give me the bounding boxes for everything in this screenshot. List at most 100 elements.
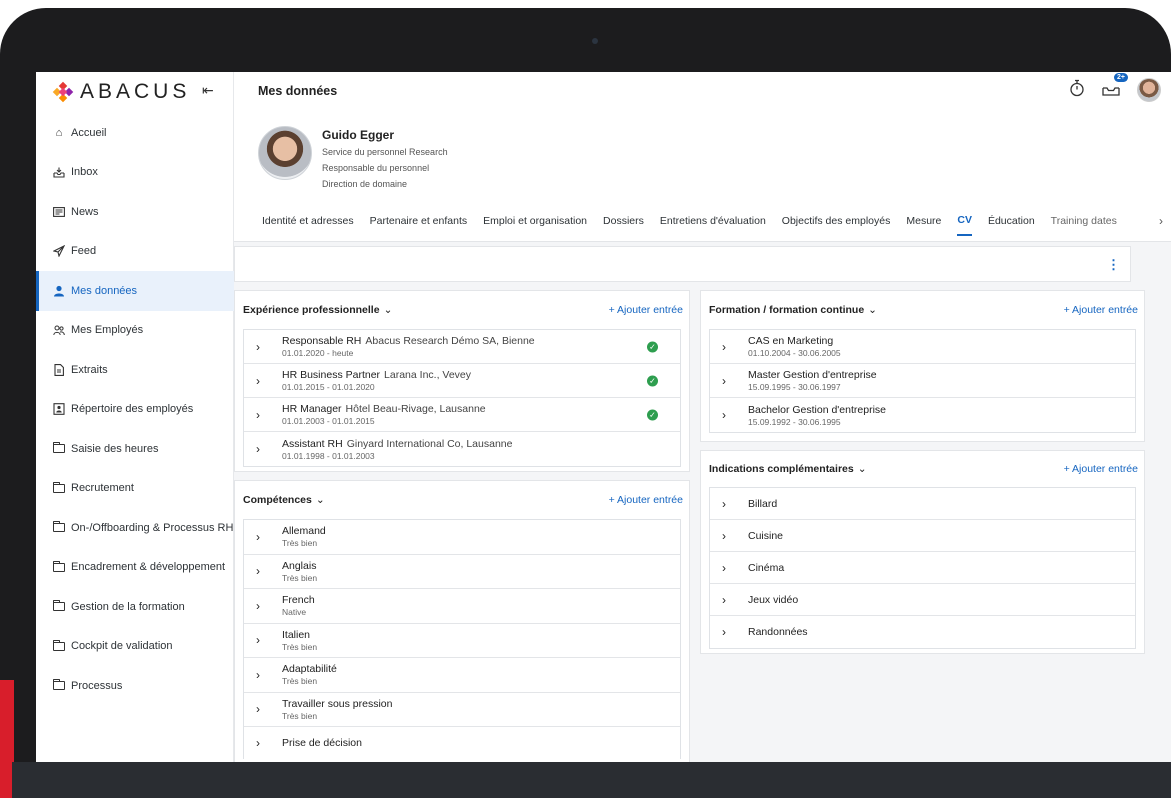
chevron-right-icon: › [256,633,260,648]
sidebar-item-recrutement[interactable]: Recrutement [36,469,234,509]
list-item[interactable]: › Jeux vidéo [710,584,1135,616]
sidebar-item-label: On-/Offboarding & Processus RH [71,521,234,534]
chevron-right-icon: › [256,529,260,544]
chevron-right-icon: › [256,736,260,750]
chevron-right-icon: › [256,373,260,388]
sidebar-item-onboarding[interactable]: On-/Offboarding & Processus RH [36,508,234,548]
profile-avatar [258,126,312,180]
list-item[interactable]: › HR Business Partner Larana Inc., Vevey … [244,364,680,398]
people-icon [53,324,65,336]
folder-icon [52,481,65,494]
document-icon [53,363,65,376]
logo-text: ABACUS [80,80,191,103]
list-item[interactable]: › Italien Très bien [244,624,680,658]
experience-list: › Responsable RH Abacus Research Démo SA,… [243,329,681,467]
logo[interactable]: ABACUS [52,80,191,104]
collapse-left-icon[interactable]: ⇤ [202,82,214,99]
tab-cv[interactable]: CV [957,206,972,236]
tab-mesure[interactable]: Mesure [906,206,941,236]
list-item[interactable]: › Billard [710,488,1135,520]
list-item[interactable]: › Prise de décision [244,727,680,759]
tab-entretiens[interactable]: Entretiens d'évaluation [660,206,766,236]
skills-title[interactable]: Compétences ⌄ [243,494,325,506]
sidebar-item-feed[interactable]: Feed [36,232,234,272]
sidebar-item-cockpit[interactable]: Cockpit de validation [36,627,234,667]
list-item[interactable]: › French Native [244,589,680,624]
add-experience-button[interactable]: + Ajouter entrée [609,304,683,316]
add-additional-button[interactable]: + Ajouter entrée [1064,463,1138,475]
chevron-right-icon: › [256,564,260,579]
card-header: Expérience professionnelle ⌄ + Ajouter en… [235,291,689,329]
additional-info-title[interactable]: Indications complémentaires ⌄ [709,463,867,475]
sidebar-item-mes-donnees[interactable]: Mes données [36,271,234,311]
chevron-right-icon: › [722,496,726,511]
education-title[interactable]: Formation / formation continue ⌄ [709,304,877,316]
skills-card: Compétences ⌄ + Ajouter entrée › Allemand… [234,480,690,762]
list-item[interactable]: › Randonnées [710,616,1135,648]
chevron-down-icon: ⌄ [383,304,393,316]
experience-card: Expérience professionnelle ⌄ + Ajouter en… [234,290,690,472]
page-title: Mes données [258,84,338,98]
list-item[interactable]: › HR Manager Hôtel Beau-Rivage, Lausanne … [244,398,680,432]
chevron-right-icon: › [256,667,260,682]
tab-emploi[interactable]: Emploi et organisation [483,206,587,236]
person-icon [53,285,65,297]
app-screen: ABACUS ⇤ ⌂ Accueil Inbox News Feed Mes d… [36,72,1171,762]
folder-icon [52,600,65,613]
list-item[interactable]: › Cuisine [710,520,1135,552]
sidebar-item-label: Répertoire des employés [71,403,194,416]
chevron-right-icon[interactable]: › [1159,214,1163,228]
chevron-right-icon: › [256,702,260,717]
sidebar-item-label: News [71,205,99,218]
laptop-bezel-bottom [12,762,1171,798]
sidebar-item-extraits[interactable]: Extraits [36,350,234,390]
list-item[interactable]: › Responsable RH Abacus Research Démo SA,… [244,330,680,364]
list-item[interactable]: › Adaptabilité Très bien [244,658,680,693]
add-skill-button[interactable]: + Ajouter entrée [609,494,683,506]
chevron-right-icon: › [256,598,260,613]
list-item[interactable]: › Bachelor Gestion d'entreprise 15.09.19… [710,398,1135,432]
tab-objectifs[interactable]: Objectifs des employés [782,206,891,236]
list-item[interactable]: › CAS en Marketing 01.10.2004 - 30.06.20… [710,330,1135,364]
sidebar-item-accueil[interactable]: ⌂ Accueil [36,113,234,153]
sidebar-item-repertoire[interactable]: Répertoire des employés [36,390,234,430]
list-item[interactable]: › Travailler sous pression Très bien [244,693,680,727]
list-item[interactable]: › Cinéma [710,552,1135,584]
experience-title[interactable]: Expérience professionnelle ⌄ [243,304,392,316]
education-list: › CAS en Marketing 01.10.2004 - 30.06.20… [709,329,1136,433]
add-education-button[interactable]: + Ajouter entrée [1064,304,1138,316]
list-item[interactable]: › Assistant RH Ginyard International Co, … [244,432,680,466]
tab-training-dates[interactable]: Training dates [1051,206,1117,236]
stopwatch-icon[interactable] [1069,79,1085,102]
sidebar-item-encadrement[interactable]: Encadrement & développement [36,548,234,588]
sidebar-item-inbox[interactable]: Inbox [36,153,234,193]
tab-education[interactable]: Éducation [988,206,1035,236]
directory-icon [53,403,65,416]
sidebar: ABACUS ⇤ ⌂ Accueil Inbox News Feed Mes d… [36,72,234,762]
list-item[interactable]: › Allemand Très bien [244,520,680,555]
tab-partenaire[interactable]: Partenaire et enfants [370,206,467,236]
sidebar-item-label: Accueil [71,126,107,139]
inbox-icon [53,166,65,178]
sidebar-item-processus[interactable]: Processus [36,666,234,706]
education-card: Formation / formation continue ⌄ + Ajoute… [700,290,1145,442]
list-item[interactable]: › Anglais Très bien [244,555,680,589]
sidebar-item-label: Gestion de la formation [71,600,185,613]
sidebar-item-mes-employes[interactable]: Mes Employés [36,311,234,351]
chevron-right-icon: › [256,442,260,456]
more-options-icon[interactable]: ⋮ [1107,257,1120,273]
folder-icon [52,560,65,573]
sidebar-item-saisie-heures[interactable]: Saisie des heures [36,429,234,469]
sidebar-item-formation[interactable]: Gestion de la formation [36,587,234,627]
notification-button[interactable]: 2+ [1101,72,1128,102]
folder-icon [52,442,65,455]
tab-dossiers[interactable]: Dossiers [603,206,644,236]
tab-identite[interactable]: Identité et adresses [262,206,354,236]
user-avatar[interactable] [1137,78,1161,102]
chevron-right-icon: › [722,373,726,388]
sidebar-item-news[interactable]: News [36,192,234,232]
list-item[interactable]: › Master Gestion d'entreprise 15.09.1995… [710,364,1135,398]
feed-icon [53,245,65,258]
profile-role: Responsable du personnel [322,163,430,173]
card-header: Compétences ⌄ + Ajouter entrée [235,481,689,519]
